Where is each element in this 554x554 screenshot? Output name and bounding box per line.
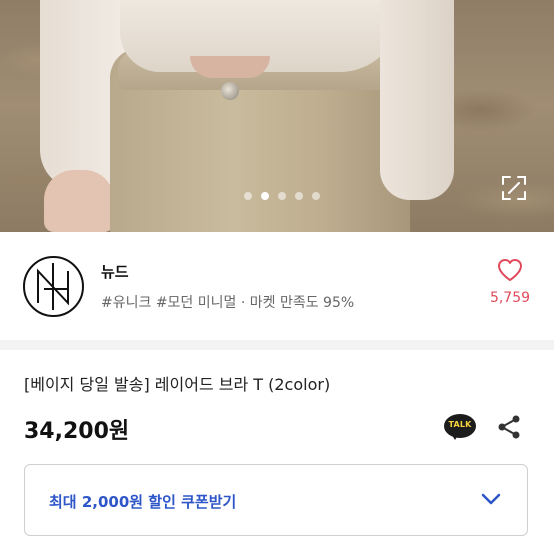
coupon-download-button[interactable]: 최대 2,000원 할인 쿠폰받기 xyxy=(24,464,528,536)
chevron-down-icon xyxy=(481,493,501,505)
carousel-dot[interactable] xyxy=(244,192,252,200)
brand-logo-icon[interactable] xyxy=(22,255,85,318)
like-count: 5,759 xyxy=(489,290,531,306)
model-hand xyxy=(44,170,114,232)
brand-name[interactable]: 뉴드 xyxy=(101,261,129,282)
product-title: [베이지 당일 발송] 레이어드 브라 T (2color) xyxy=(24,375,331,394)
expand-icon[interactable] xyxy=(500,174,528,202)
talk-bubble-tail xyxy=(450,432,460,440)
model-midriff xyxy=(190,56,270,78)
talk-label: TALK xyxy=(448,420,472,429)
carousel-dot[interactable] xyxy=(312,192,320,200)
talk-chat-icon[interactable]: TALK xyxy=(444,414,476,440)
coupon-label: 최대 2,000원 할인 쿠폰받기 xyxy=(49,493,237,511)
pants-button xyxy=(221,82,239,100)
section-divider xyxy=(0,340,554,350)
product-price: 34,200원 xyxy=(24,419,130,444)
carousel-dot[interactable] xyxy=(295,192,303,200)
share-icon[interactable] xyxy=(496,414,522,440)
heart-icon[interactable] xyxy=(497,258,523,282)
brand-tags: #유니크 #모던 미니멀 · 마켓 만족도 95% xyxy=(101,295,355,311)
like-button[interactable]: 5,759 xyxy=(480,258,540,306)
carousel-dot-active[interactable] xyxy=(261,192,269,200)
carousel-dot[interactable] xyxy=(278,192,286,200)
model-arm-right xyxy=(380,0,454,200)
product-image-carousel[interactable] xyxy=(0,0,554,232)
carousel-indicator xyxy=(244,192,320,200)
